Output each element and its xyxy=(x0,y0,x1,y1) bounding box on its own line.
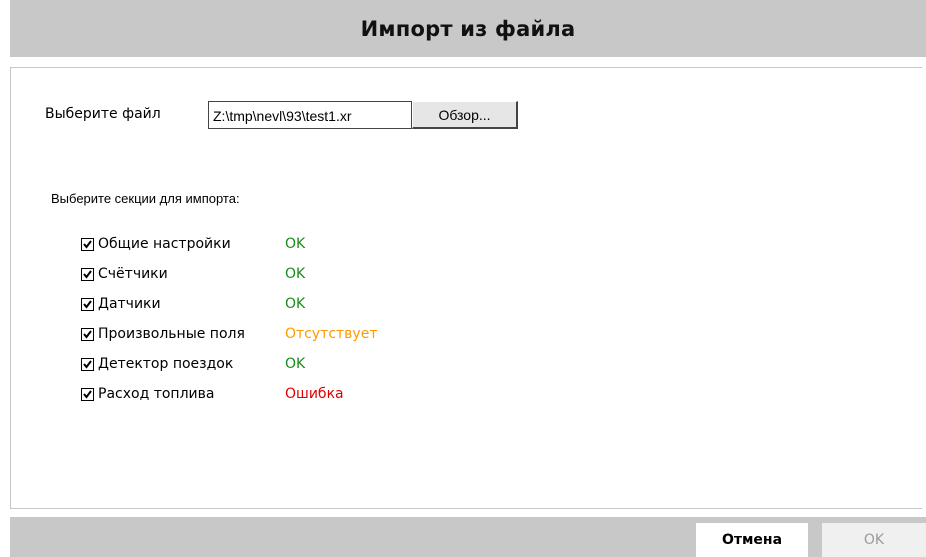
section-status: OK xyxy=(285,236,306,252)
checkbox-counters[interactable] xyxy=(81,267,94,281)
section-status: Отсутствует xyxy=(285,326,378,342)
sections-label: Выберите секции для импорта: xyxy=(51,191,240,206)
browse-button[interactable]: Обзор... xyxy=(412,101,518,129)
section-label: Детектор поездок xyxy=(98,356,234,372)
section-label: Произвольные поля xyxy=(98,326,245,342)
dialog-title: Импорт из файла xyxy=(360,16,576,41)
checkbox-general-settings[interactable] xyxy=(81,237,94,251)
checkbox-sensors[interactable] xyxy=(81,297,94,311)
checkmark-icon xyxy=(83,389,92,399)
section-status: OK xyxy=(285,266,306,282)
section-label: Счётчики xyxy=(98,266,168,282)
checkbox-trip-detector[interactable] xyxy=(81,357,94,371)
dialog-footer: Отмена OK xyxy=(10,517,926,557)
dialog-title-bar: Импорт из файла xyxy=(10,0,926,57)
checkmark-icon xyxy=(83,359,92,369)
section-status: Ошибка xyxy=(285,386,344,402)
checkbox-fuel-consumption[interactable] xyxy=(81,387,94,401)
cancel-button[interactable]: Отмена xyxy=(696,523,808,557)
section-row-trip-detector: Детектор поездок OK xyxy=(81,354,305,374)
checkmark-icon xyxy=(83,269,92,279)
checkmark-icon xyxy=(83,239,92,249)
section-status: OK xyxy=(285,296,306,312)
file-path-input[interactable]: Z:\tmp\nevl\93\test1.xr xyxy=(208,101,412,129)
import-dialog: Импорт из файла Выберите файл Z:\tmp\nev… xyxy=(0,0,926,557)
dialog-content: Выберите файл Z:\tmp\nevl\93\test1.xr Об… xyxy=(10,67,922,509)
checkbox-custom-fields[interactable] xyxy=(81,327,94,341)
section-label: Общие настройки xyxy=(98,236,231,252)
section-row-counters: Счётчики OK xyxy=(81,264,305,284)
checkmark-icon xyxy=(83,329,92,339)
checkmark-icon xyxy=(83,299,92,309)
section-row-general-settings: Общие настройки OK xyxy=(81,234,305,254)
ok-button[interactable]: OK xyxy=(822,523,926,557)
section-row-sensors: Датчики OK xyxy=(81,294,305,314)
section-row-custom-fields: Произвольные поля Отсутствует xyxy=(81,324,377,344)
section-status: OK xyxy=(285,356,306,372)
section-row-fuel-consumption: Расход топлива Ошибка xyxy=(81,384,344,404)
file-label: Выберите файл xyxy=(45,106,161,122)
section-label: Расход топлива xyxy=(98,386,215,402)
section-label: Датчики xyxy=(98,296,161,312)
